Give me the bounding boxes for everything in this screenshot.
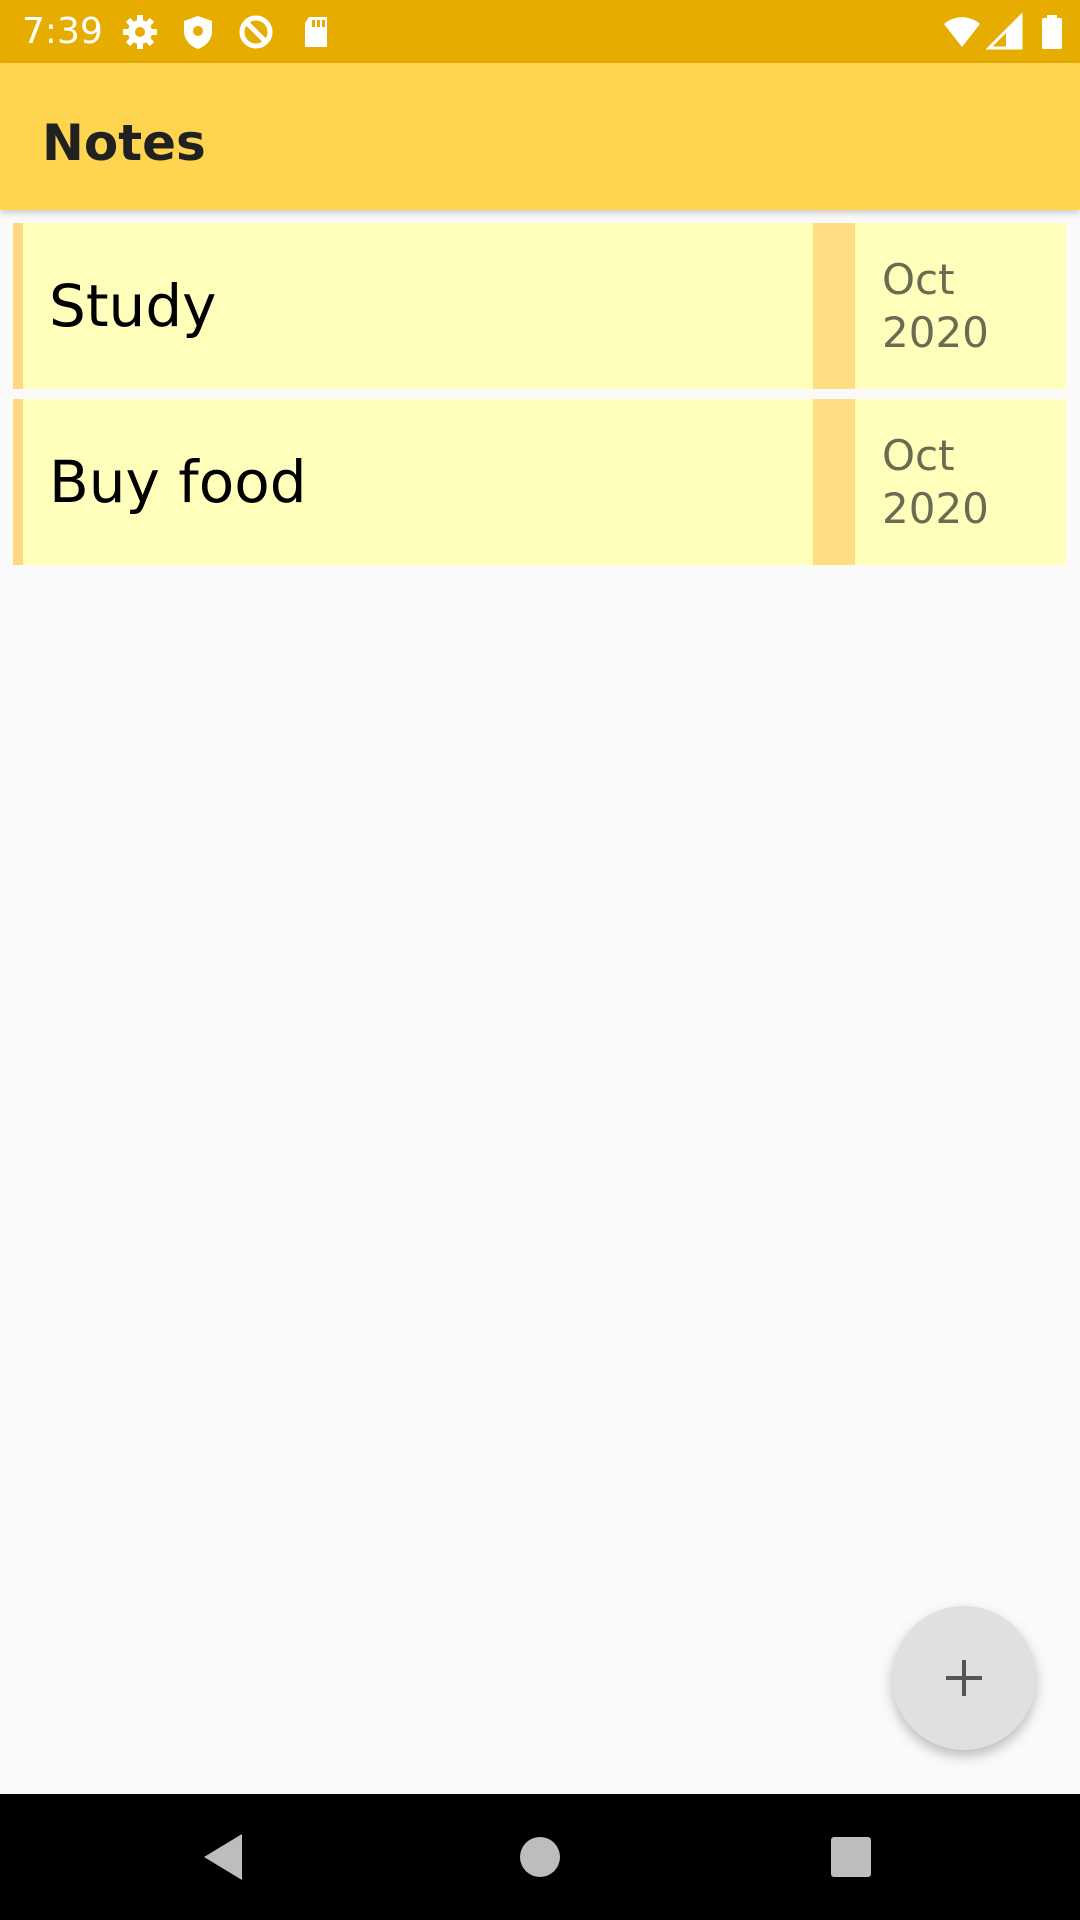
app-bar: Notes	[0, 63, 1080, 210]
note-title: Study	[49, 272, 217, 340]
battery-icon	[1032, 12, 1072, 52]
note-left-strip	[13, 223, 23, 389]
signal-icon	[985, 12, 1026, 52]
sync-off-icon	[236, 12, 276, 52]
note-accent-strip	[813, 399, 855, 565]
page-title: Notes	[42, 114, 206, 172]
status-time: 7:39	[22, 11, 103, 52]
sd-card-icon	[296, 12, 336, 52]
note-date: Oct 2020	[882, 253, 989, 359]
note-date-month: Oct	[882, 255, 955, 304]
note-item[interactable]: Study Oct 2020	[13, 223, 1066, 389]
plus-icon	[946, 1660, 982, 1696]
note-date: Oct 2020	[882, 429, 989, 535]
wifi-icon	[942, 12, 982, 52]
add-note-button[interactable]	[892, 1606, 1036, 1750]
recents-icon[interactable]	[816, 1822, 886, 1892]
note-accent-strip	[813, 223, 855, 389]
gear-icon	[120, 12, 160, 52]
note-date-year: 2020	[882, 484, 989, 533]
home-icon[interactable]	[505, 1822, 575, 1892]
note-item[interactable]: Buy food Oct 2020	[13, 399, 1066, 565]
back-icon[interactable]	[190, 1822, 260, 1892]
status-bar: 7:39	[0, 0, 1080, 63]
note-date-year: 2020	[882, 308, 989, 357]
shield-icon	[178, 12, 218, 52]
note-left-strip	[13, 399, 23, 565]
note-date-month: Oct	[882, 431, 955, 480]
navigation-bar	[0, 1794, 1080, 1920]
note-title: Buy food	[49, 448, 307, 516]
